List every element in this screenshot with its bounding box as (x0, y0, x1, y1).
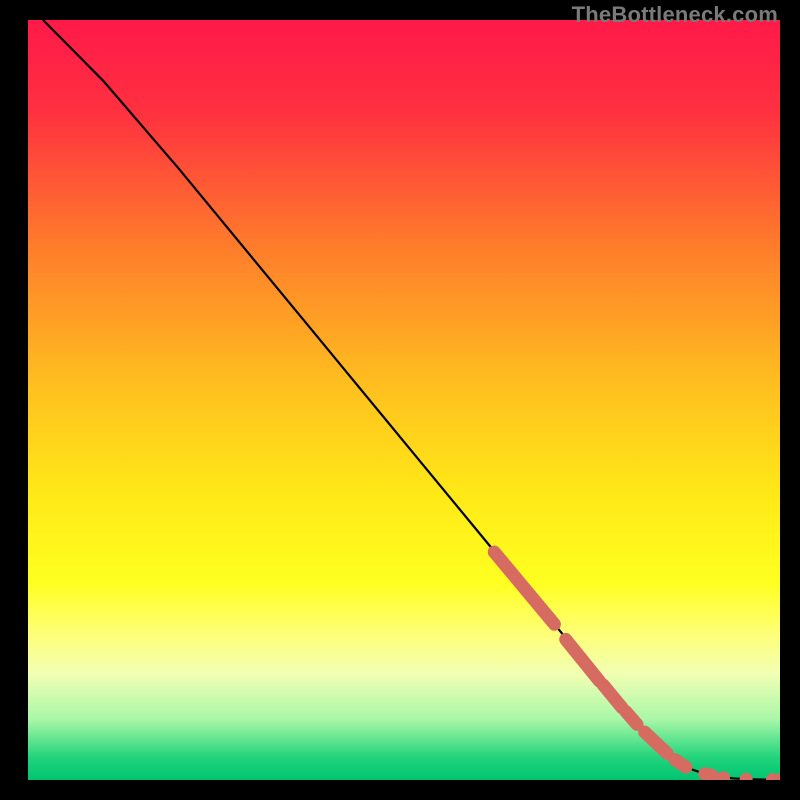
watermark-text: TheBottleneck.com (572, 2, 778, 28)
bottleneck-curve (43, 20, 780, 780)
plot-area (28, 20, 780, 780)
highlight-dots (717, 771, 780, 780)
chart-frame: TheBottleneck.com (0, 0, 800, 800)
highlight-segments (494, 552, 712, 775)
curve-layer (28, 20, 780, 780)
